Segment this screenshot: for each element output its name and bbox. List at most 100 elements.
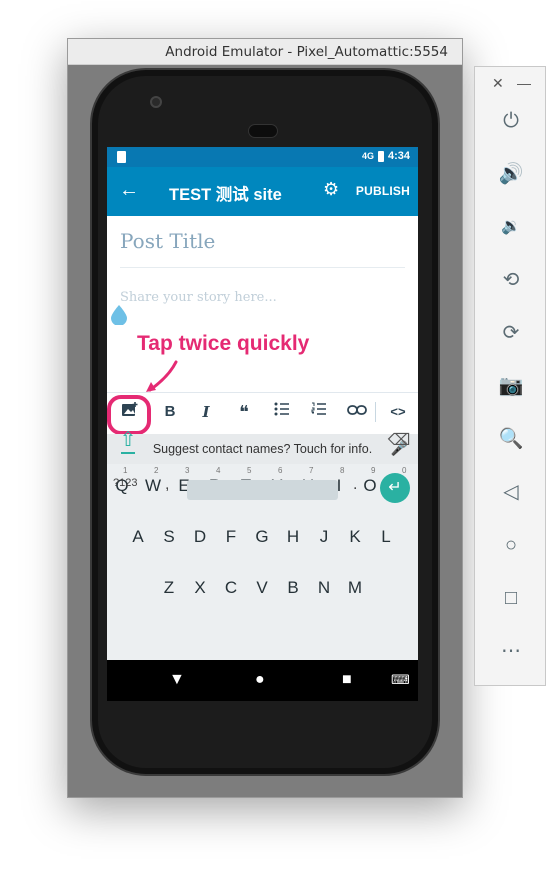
key-x[interactable]: X <box>187 572 213 604</box>
app-bar: ← TEST 测试 site ⚙ PUBLISH <box>107 167 418 216</box>
earpiece-speaker <box>248 124 278 138</box>
link-icon[interactable] <box>345 401 369 423</box>
shift-key-icon[interactable]: ⇧ <box>115 425 141 457</box>
status-time: 4:34 <box>387 150 410 162</box>
rotate-right-icon[interactable]: ⟳ <box>493 315 529 351</box>
battery-icon <box>377 150 384 162</box>
symbols-key[interactable]: ?123 <box>113 477 137 489</box>
ordered-list-icon[interactable] <box>308 401 330 423</box>
site-title: TEST 测试 site <box>169 186 282 204</box>
rotate-left-icon[interactable]: ⟲ <box>493 262 529 298</box>
key-label: D <box>193 527 207 546</box>
key-label: J <box>319 527 329 546</box>
post-body-field[interactable]: Share your story here... <box>120 290 277 305</box>
publish-button[interactable]: PUBLISH <box>356 184 410 198</box>
key-hint: 8 <box>340 466 345 475</box>
key-label: L <box>381 527 391 546</box>
annotation-arrow-icon <box>146 360 178 392</box>
key-v[interactable]: V <box>249 572 275 604</box>
screenshot-camera-icon[interactable]: 📷 <box>493 368 529 404</box>
post-title-field[interactable]: Post Title <box>120 229 215 253</box>
key-hint: 2 <box>154 466 159 475</box>
back-icon[interactable]: ◁ <box>493 474 529 510</box>
blockquote-icon[interactable]: ❝ <box>233 401 255 423</box>
toolbar-divider <box>375 402 376 422</box>
system-nav-bar: ▼ ● ■ ⌨ <box>107 660 418 701</box>
enter-key-icon[interactable]: ↵ <box>380 473 410 503</box>
key-n[interactable]: N <box>311 572 337 604</box>
title-divider <box>120 267 405 268</box>
key-l[interactable]: L <box>373 521 399 553</box>
keyboard-row-3: ZXCVBNM <box>107 572 418 604</box>
key-z[interactable]: Z <box>156 572 182 604</box>
home-icon[interactable]: ○ <box>493 527 529 563</box>
key-a[interactable]: A <box>125 521 151 553</box>
nav-back-icon[interactable]: ▼ <box>169 671 185 689</box>
italic-icon[interactable]: I <box>196 401 216 423</box>
annotation-label: Tap twice quickly <box>137 332 310 355</box>
key-label: A <box>132 527 144 546</box>
key-label: O <box>363 476 377 495</box>
keyboard-switch-icon[interactable]: ⌨ <box>391 671 410 689</box>
key-label: Z <box>163 578 175 597</box>
volume-down-icon[interactable]: 🔉 <box>493 209 529 245</box>
key-label: C <box>224 578 238 597</box>
key-label: S <box>163 527 175 546</box>
key-label: M <box>347 578 363 597</box>
key-hint: 7 <box>309 466 314 475</box>
overview-icon[interactable]: □ <box>493 580 529 616</box>
suggestion-strip[interactable]: Suggest contact names? Touch for info. <box>107 434 418 464</box>
key-hint: 4 <box>216 466 221 475</box>
key-w[interactable]: W2 <box>140 466 166 502</box>
key-f[interactable]: F <box>218 521 244 553</box>
key-k[interactable]: K <box>342 521 368 553</box>
status-bar: 4G 4:34 <box>107 147 418 167</box>
key-hint: 3 <box>185 466 190 475</box>
gear-icon[interactable]: ⚙ <box>323 179 339 200</box>
backspace-key-icon[interactable]: ⌫ <box>387 425 411 457</box>
key-label: X <box>194 578 206 597</box>
key-label: K <box>349 527 361 546</box>
more-options-icon[interactable]: ⋯ <box>493 633 529 669</box>
keyboard-row-2: ASDFGHJ K L <box>107 521 418 553</box>
key-label: V <box>256 578 268 597</box>
close-icon[interactable]: ✕ <box>492 75 504 92</box>
key-hint: 5 <box>247 466 252 475</box>
network-indicator: 4G <box>361 151 374 161</box>
nav-home-icon[interactable]: ● <box>255 671 265 689</box>
key-hint: 9 <box>371 466 376 475</box>
unordered-list-icon[interactable] <box>271 401 293 423</box>
front-camera <box>150 96 162 108</box>
key-label: G <box>255 527 269 546</box>
device-screen: 4G 4:34 ← TEST 测试 site ⚙ PUBLISH Post Ti… <box>107 147 418 701</box>
html-mode-icon[interactable]: <> <box>386 401 410 423</box>
key-b[interactable]: B <box>280 572 306 604</box>
key-hint: 6 <box>278 466 283 475</box>
key-m[interactable]: M <box>342 572 368 604</box>
bold-icon[interactable]: B <box>160 401 180 423</box>
minimize-icon[interactable]: — <box>517 75 531 91</box>
text-cursor-handle-icon[interactable] <box>111 305 127 325</box>
zoom-icon[interactable]: 🔍 <box>493 421 529 457</box>
soft-keyboard: Suggest contact names? Touch for info. 🎤… <box>107 434 418 660</box>
key-label: W <box>144 476 162 495</box>
key-h[interactable]: H <box>280 521 306 553</box>
volume-up-icon[interactable]: 🔊 <box>493 156 529 192</box>
key-label: F <box>225 527 237 546</box>
period-key[interactable]: . <box>353 476 357 494</box>
comma-key[interactable]: , <box>165 476 169 494</box>
key-label: B <box>287 578 299 597</box>
key-j[interactable]: J <box>311 521 337 553</box>
key-c[interactable]: C <box>218 572 244 604</box>
power-icon[interactable]: ⏻ <box>493 103 529 139</box>
nav-recents-icon[interactable]: ■ <box>342 671 352 689</box>
space-bar[interactable] <box>187 480 338 500</box>
key-g[interactable]: G <box>249 521 275 553</box>
emulator-controls-panel: ✕ — ⏻ 🔊 🔉 ⟲ ⟳ 📷 🔍 ◁ ○ □ ⋯ <box>474 66 546 686</box>
format-toolbar: B I ❝ <> <box>107 392 418 430</box>
window-title: Android Emulator - Pixel_Automattic:5554 <box>68 39 462 65</box>
arrow-left-icon[interactable]: ← <box>119 178 139 202</box>
key-label: H <box>286 527 300 546</box>
key-s[interactable]: S <box>156 521 182 553</box>
key-d[interactable]: D <box>187 521 213 553</box>
